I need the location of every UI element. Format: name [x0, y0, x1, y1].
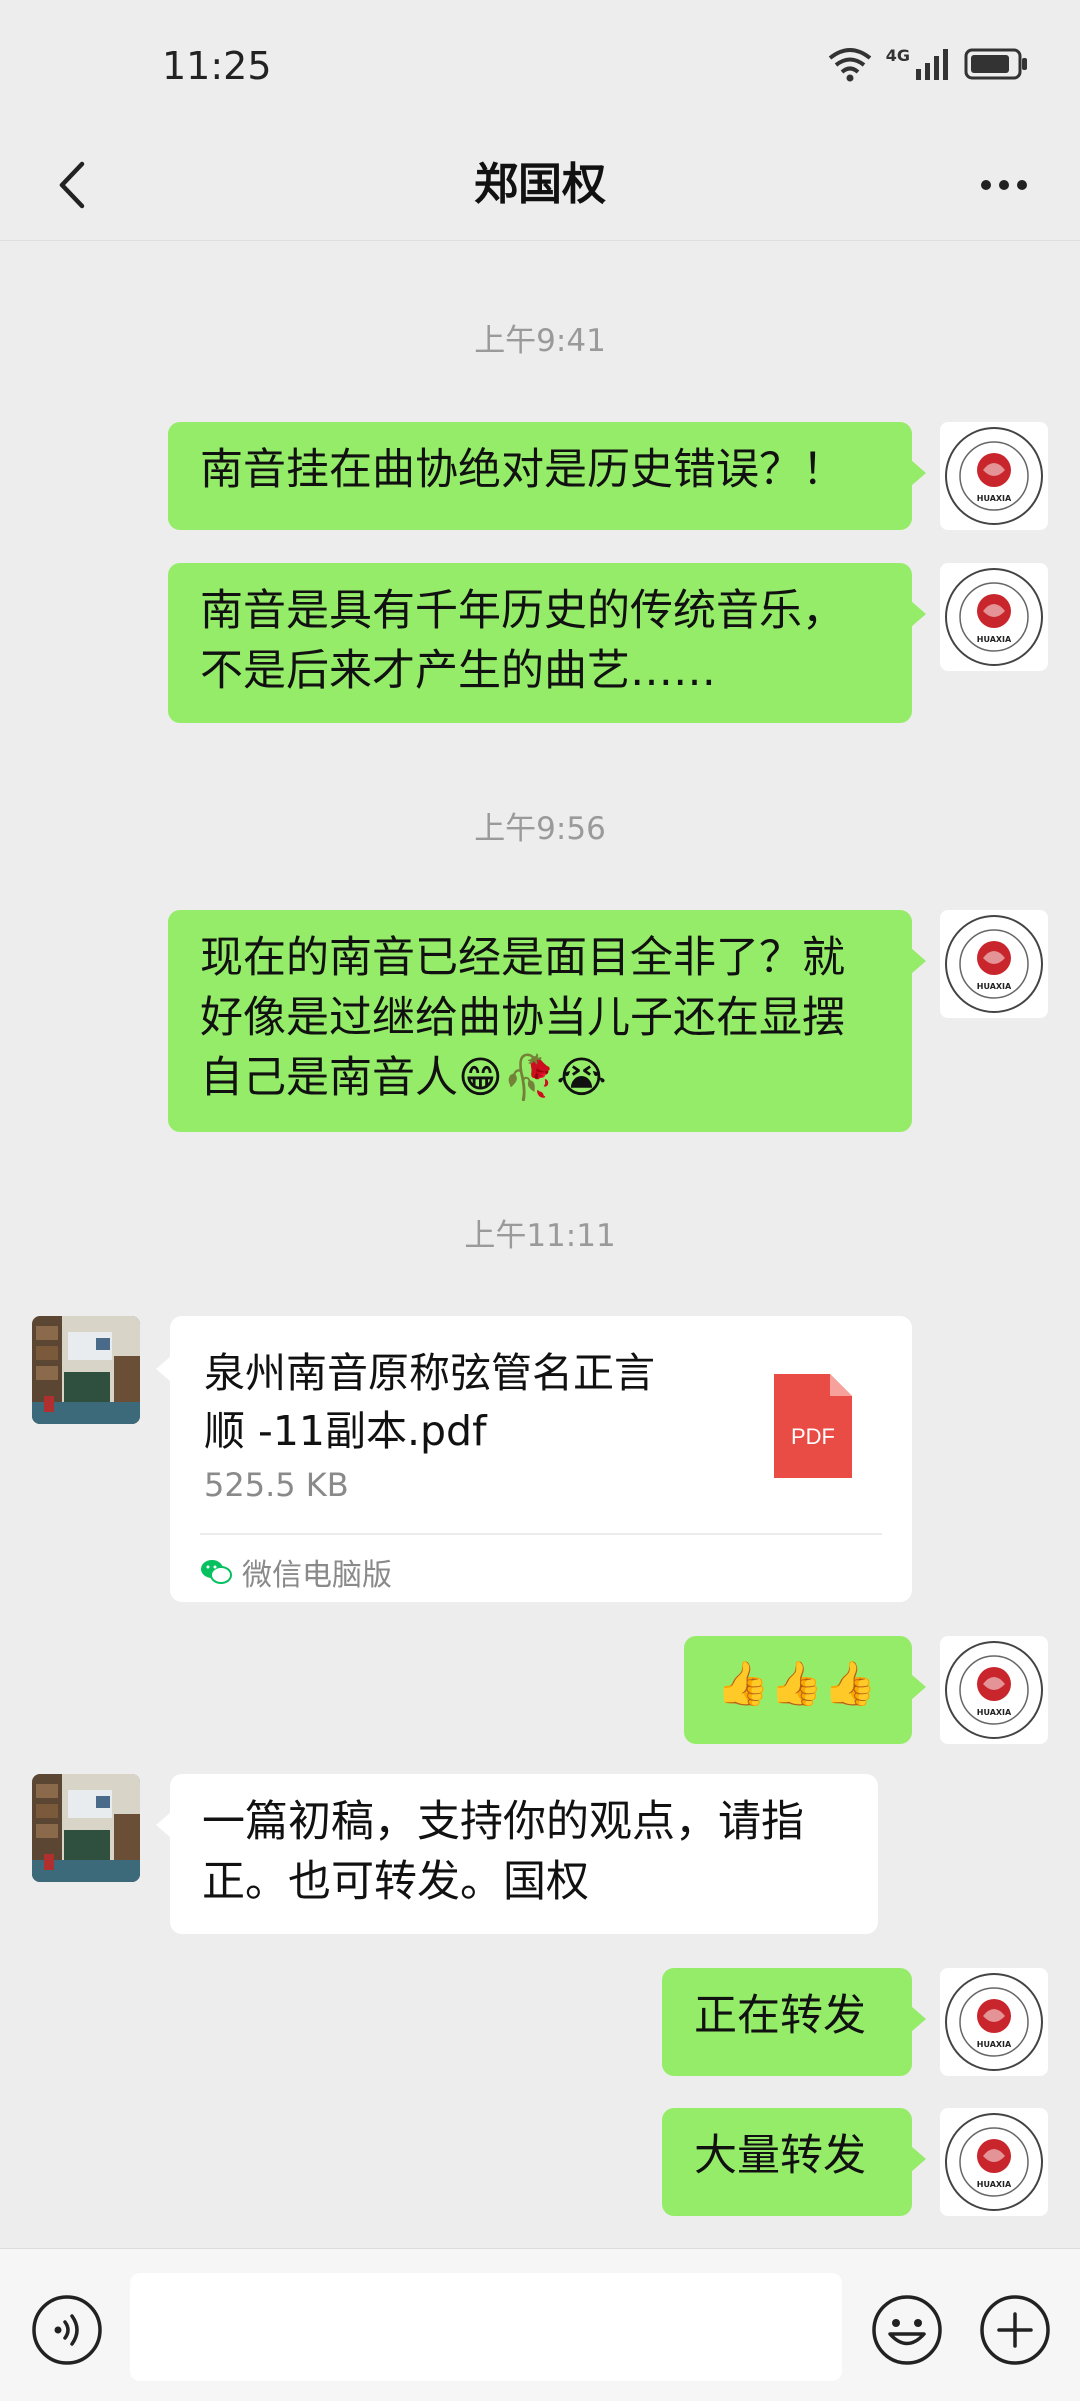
contact-avatar[interactable]	[32, 1316, 140, 1424]
huaxia-logo-icon: HUAXIA	[945, 1641, 1043, 1739]
more-functions-icon[interactable]	[978, 2293, 1052, 2367]
wechat-icon	[201, 1560, 232, 1584]
sent-message-bubble[interactable]: 现在的南音已经是面目全非了？就 好像是过继给曲协当儿子还在显摆 自己是南音人😁🥀…	[168, 910, 926, 1132]
my-avatar[interactable]: HUAXIA	[940, 563, 1048, 671]
message-text-line: 一篇初稿，支持你的观点，请指	[202, 1797, 804, 1847]
status-icons: 4G	[828, 46, 1028, 82]
svg-text:HUAXIA: HUAXIA	[977, 635, 1012, 644]
file-name: 泉州南音原称弦管名正言 顺 -11副本.pdf	[204, 1344, 724, 1460]
message-text-line: 南音是具有千年历史的传统音乐，	[200, 586, 845, 636]
message-text: 正在转发	[694, 1991, 866, 2041]
message-text-line: 好像是过继给曲协当儿子还在显摆	[200, 993, 845, 1043]
message-text: 👍👍👍	[716, 1659, 877, 1709]
svg-text:HUAXIA: HUAXIA	[977, 1708, 1012, 1717]
more-options-icon[interactable]	[964, 150, 1044, 220]
huaxia-logo-icon: HUAXIA	[945, 568, 1043, 666]
message-text: 南音挂在曲协绝对是历史错误？！	[200, 445, 845, 495]
contact-photo-icon	[32, 1316, 140, 1424]
file-card-divider	[200, 1533, 882, 1535]
my-avatar[interactable]: HUAXIA	[940, 2108, 1048, 2216]
signal-icon	[916, 49, 948, 80]
svg-text:HUAXIA: HUAXIA	[977, 494, 1012, 503]
svg-text:HUAXIA: HUAXIA	[977, 982, 1012, 991]
svg-text:HUAXIA: HUAXIA	[977, 2040, 1012, 2049]
message-timestamp: 上午11:11	[464, 1218, 616, 1254]
huaxia-logo-icon: HUAXIA	[945, 1973, 1043, 2071]
huaxia-logo-icon: HUAXIA	[945, 915, 1043, 1013]
emoji-icon[interactable]	[870, 2293, 944, 2367]
message-timestamp: 上午9:41	[474, 323, 606, 359]
sent-message-bubble[interactable]: 南音挂在曲协绝对是历史错误？！	[168, 422, 926, 530]
svg-text:HUAXIA: HUAXIA	[977, 2180, 1012, 2189]
file-name-line: 泉州南音原称弦管名正言	[204, 1349, 655, 1397]
file-source: 微信电脑版	[200, 1552, 392, 1593]
voice-input-icon[interactable]	[30, 2293, 104, 2367]
status-time: 11:25	[162, 44, 272, 88]
chat-title: 郑国权	[474, 159, 606, 210]
sent-message-bubble[interactable]: 大量转发	[662, 2108, 926, 2216]
status-bar: 11:25 4G	[0, 0, 1080, 130]
my-avatar[interactable]: HUAXIA	[940, 1968, 1048, 2076]
my-avatar[interactable]: HUAXIA	[940, 422, 1048, 530]
sent-message-bubble[interactable]: 👍👍👍	[684, 1636, 926, 1744]
message-text-line: 自己是南音人😁🥀😭	[200, 1053, 607, 1103]
message-text-line: 不是后来才产生的曲艺……	[200, 646, 716, 696]
network-type-label: 4G	[885, 46, 910, 65]
huaxia-logo-icon: HUAXIA	[945, 2113, 1043, 2211]
file-source-label: 微信电脑版	[242, 1558, 392, 1593]
message-text-line: 现在的南音已经是面目全非了？就	[200, 933, 845, 983]
chat-input-bar	[0, 2248, 1080, 2401]
file-name-line: 顺 -11副本.pdf	[204, 1407, 487, 1455]
message-timestamp: 上午9:56	[474, 811, 606, 847]
file-message-card[interactable]: 泉州南音原称弦管名正言 顺 -11副本.pdf 525.5 KB PDF 微信电…	[156, 1316, 912, 1602]
file-size: 525.5 KB	[204, 1466, 349, 1504]
my-avatar[interactable]: HUAXIA	[940, 1636, 1048, 1744]
wifi-icon	[828, 48, 871, 82]
contact-photo-icon	[32, 1774, 140, 1882]
huaxia-logo-icon: HUAXIA	[945, 427, 1043, 525]
message-input[interactable]	[130, 2273, 842, 2381]
svg-text:PDF: PDF	[791, 1424, 835, 1449]
pdf-file-icon: PDF	[774, 1374, 852, 1478]
battery-icon	[964, 48, 1027, 80]
message-text-line: 正。也可转发。国权	[202, 1857, 589, 1907]
message-text: 大量转发	[694, 2131, 866, 2181]
received-message-bubble[interactable]: 一篇初稿，支持你的观点，请指 正。也可转发。国权	[156, 1774, 878, 1934]
sent-message-bubble[interactable]: 正在转发	[662, 1968, 926, 2076]
sent-message-bubble[interactable]: 南音是具有千年历史的传统音乐， 不是后来才产生的曲艺……	[168, 563, 926, 723]
chat-header: 郑国权	[0, 130, 1080, 241]
contact-avatar[interactable]	[32, 1774, 140, 1882]
my-avatar[interactable]: HUAXIA	[940, 910, 1048, 1018]
